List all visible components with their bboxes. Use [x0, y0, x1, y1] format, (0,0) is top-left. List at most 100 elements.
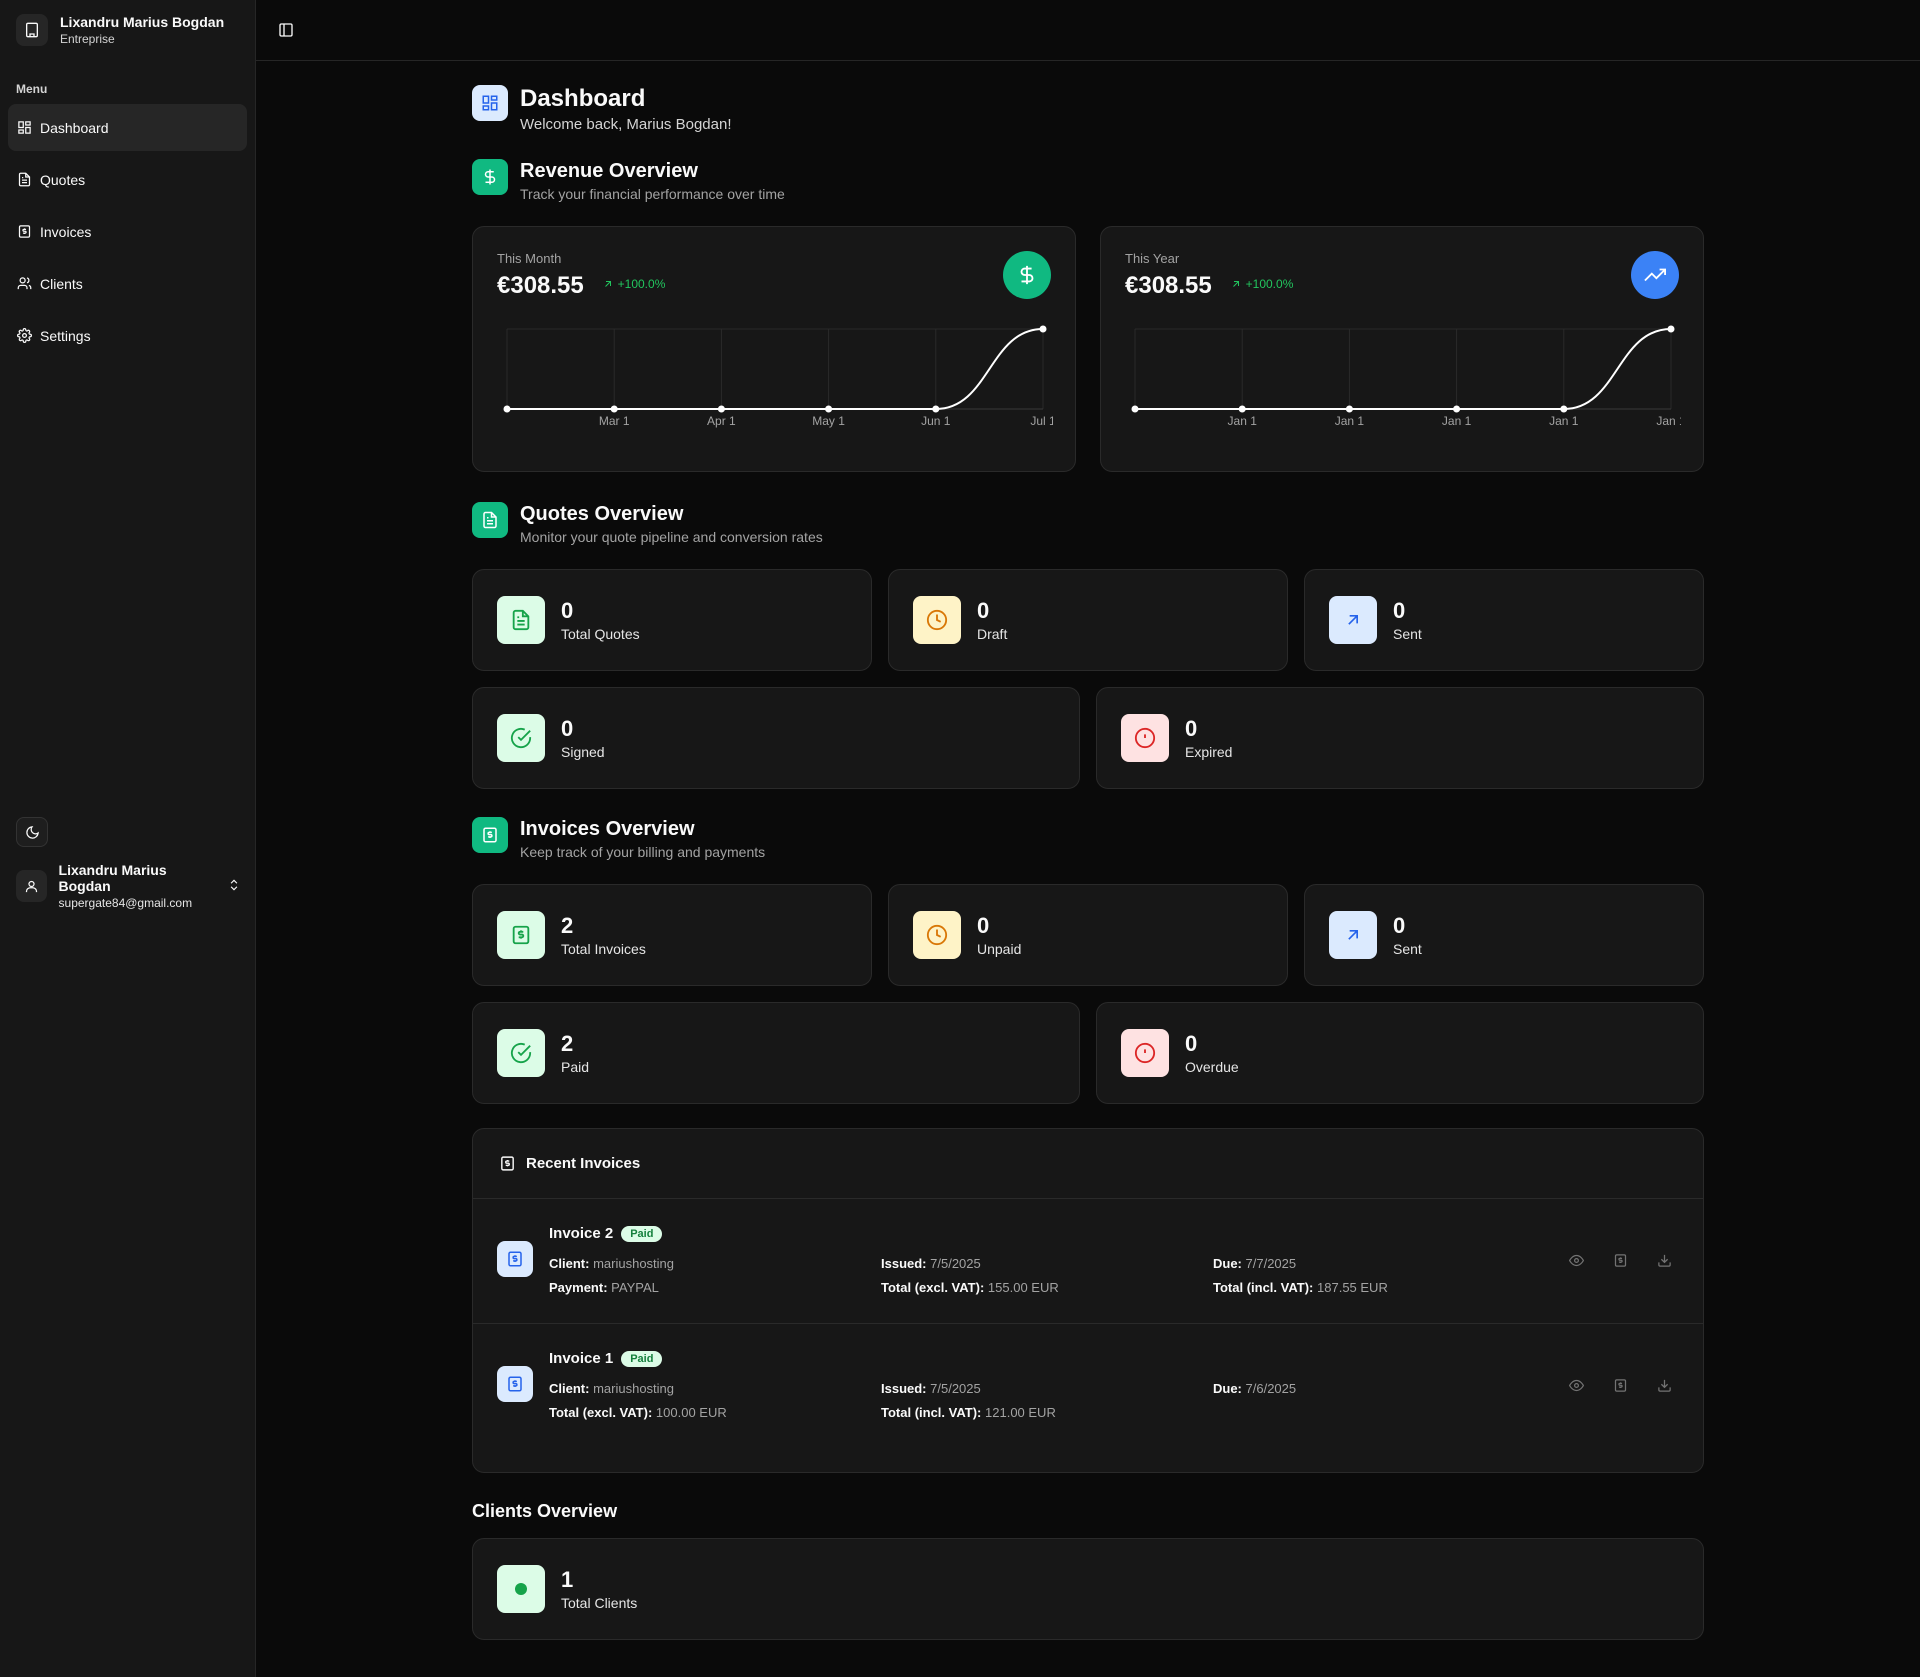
stat-value: 0 — [1185, 716, 1198, 741]
sidebar-toggle-button[interactable] — [276, 20, 296, 40]
main-content: Dashboard Welcome back, Marius Bogdan! R… — [472, 85, 1704, 1640]
sidebar-item-label: Invoices — [40, 223, 92, 240]
revenue-label: This Month — [497, 251, 562, 266]
stat-value: 2 — [561, 1031, 574, 1056]
invoice-total-incl: Total (incl. VAT): 121.00 EUR — [881, 1405, 1056, 1420]
user-menu[interactable]: Lixandru Marius Bogdan supergate84@gmail… — [16, 862, 241, 910]
status-badge: Paid — [621, 1225, 663, 1242]
download-icon[interactable] — [1655, 1251, 1673, 1269]
invoices-stats-row-2: 2 Paid 0 Overdue — [472, 1002, 1704, 1104]
user-icon — [16, 870, 47, 902]
menu-label: Menu — [16, 82, 48, 96]
x-tick-label: Jan 1 — [1335, 414, 1365, 428]
sidebar-item-invoices[interactable]: Invoices — [8, 208, 247, 255]
stat-label: Total Clients — [561, 1595, 638, 1611]
revenue-value: €308.55 — [497, 272, 584, 299]
stat-total-clients[interactable]: 1 Total Clients — [472, 1538, 1704, 1640]
stat-expired-quotes[interactable]: 0 Expired — [1096, 687, 1704, 789]
arrow-up-right-icon — [1232, 281, 1239, 287]
stat-label: Total Quotes — [561, 626, 640, 642]
download-icon[interactable] — [1655, 1376, 1673, 1394]
revenue-value: €308.55 — [1125, 272, 1212, 299]
invoice-total-incl: Total (incl. VAT): 187.55 EUR — [1213, 1280, 1388, 1295]
org-switcher[interactable]: Lixandru Marius Bogdan Entreprise — [16, 14, 224, 46]
receipt-icon[interactable] — [1611, 1376, 1629, 1394]
file-text-icon — [472, 502, 508, 538]
x-tick-label: Jan 1 — [1228, 414, 1258, 428]
data-point — [1345, 405, 1353, 413]
section-title: Revenue Overview — [520, 160, 698, 182]
receipt-icon[interactable] — [1611, 1251, 1629, 1269]
revenue-label: This Year — [1125, 251, 1180, 266]
invoice-actions — [1567, 1251, 1673, 1269]
sidebar-item-dashboard[interactable]: Dashboard — [8, 104, 247, 151]
invoice-client: Client: mariushosting — [549, 1256, 675, 1271]
invoice-issued: Issued: 7/5/2025 — [881, 1256, 981, 1271]
stat-value: 0 — [1393, 598, 1406, 623]
data-point — [1238, 405, 1246, 413]
data-point — [1453, 405, 1461, 413]
sidebar-item-clients[interactable]: Clients — [8, 260, 247, 307]
view-icon[interactable] — [1567, 1251, 1585, 1269]
stat-total-invoices[interactable]: 2 Total Invoices — [472, 884, 872, 986]
quotes-stats-row: 0 Total Quotes 0 Draft 0 Sent — [472, 569, 1704, 671]
invoice-row[interactable]: Invoice 1 Paid Client: mariushosting Tot… — [473, 1324, 1703, 1472]
page-subtitle: Welcome back, Marius Bogdan! — [520, 116, 732, 133]
invoice-title: Invoice 1 Paid — [549, 1350, 663, 1367]
alert-circle-icon — [1121, 1029, 1169, 1077]
stat-label: Expired — [1185, 744, 1233, 760]
stat-total-quotes[interactable]: 0 Total Quotes — [472, 569, 872, 671]
receipt-icon — [497, 911, 545, 959]
sidebar-item-quotes[interactable]: Quotes — [8, 156, 247, 203]
theme-toggle-button[interactable] — [16, 817, 48, 847]
stat-overdue-invoices[interactable]: 0 Overdue — [1096, 1002, 1704, 1104]
view-icon[interactable] — [1567, 1376, 1585, 1394]
section-title: Invoices Overview — [520, 818, 695, 840]
invoices-section-header: Invoices Overview Keep track of your bil… — [472, 817, 1704, 860]
alert-circle-icon — [1121, 714, 1169, 762]
gear-icon — [17, 328, 32, 343]
stat-signed-quotes[interactable]: 0 Signed — [472, 687, 1080, 789]
invoices-stats-row: 2 Total Invoices 0 Unpaid 0 Sent — [472, 884, 1704, 986]
arrow-up-right-icon — [1329, 911, 1377, 959]
recent-invoices-header: Recent Invoices — [473, 1129, 1703, 1199]
data-point — [932, 405, 940, 413]
panel-left-icon — [279, 23, 293, 37]
revenue-change-value: +100.0% — [617, 277, 666, 291]
receipt-icon — [472, 817, 508, 853]
stat-paid-invoices[interactable]: 2 Paid — [472, 1002, 1080, 1104]
series-line — [1135, 328, 1672, 410]
building-icon — [16, 14, 48, 46]
clients-section-title: Clients Overview — [472, 1501, 618, 1521]
data-point — [503, 405, 511, 413]
stat-sent-quotes[interactable]: 0 Sent — [1304, 569, 1704, 671]
stat-label: Overdue — [1185, 1059, 1239, 1075]
stat-value: 0 — [977, 598, 990, 623]
invoice-total-excl: Total (excl. VAT): 100.00 EUR — [549, 1405, 727, 1420]
stat-unpaid-invoices[interactable]: 0 Unpaid — [888, 884, 1288, 986]
chevrons-up-down-icon — [227, 878, 241, 895]
check-circle-icon — [497, 1029, 545, 1077]
status-badge: Paid — [621, 1350, 663, 1367]
revenue-change-value: +100.0% — [1245, 277, 1294, 291]
stat-value: 0 — [977, 913, 990, 938]
section-subtitle: Track your financial performance over ti… — [520, 186, 785, 202]
stat-sent-invoices[interactable]: 0 Sent — [1304, 884, 1704, 986]
stat-draft-quotes[interactable]: 0 Draft — [888, 569, 1288, 671]
sidebar-item-settings[interactable]: Settings — [8, 312, 247, 359]
file-text-icon — [18, 172, 31, 187]
sidebar: Lixandru Marius Bogdan Entreprise Menu D… — [0, 0, 256, 1677]
stat-value: 0 — [561, 598, 574, 623]
revenue-change: +100.0% — [602, 277, 666, 291]
recent-invoices-card: Recent Invoices Invoice 2 Paid Client: m… — [472, 1128, 1704, 1473]
users-icon — [17, 277, 32, 290]
invoice-row[interactable]: Invoice 2 Paid Client: mariushosting Pay… — [473, 1199, 1703, 1324]
sidebar-item-label: Quotes — [40, 171, 86, 188]
clock-icon — [913, 596, 961, 644]
quotes-stats-row-2: 0 Signed 0 Expired — [472, 687, 1704, 789]
layout-grid-icon — [472, 85, 508, 121]
x-tick-label: Jun 1 — [921, 414, 951, 428]
invoice-due: Due: 7/7/2025 — [1213, 1256, 1297, 1271]
stat-value: 0 — [1393, 913, 1406, 938]
trending-up-icon — [1631, 251, 1679, 299]
